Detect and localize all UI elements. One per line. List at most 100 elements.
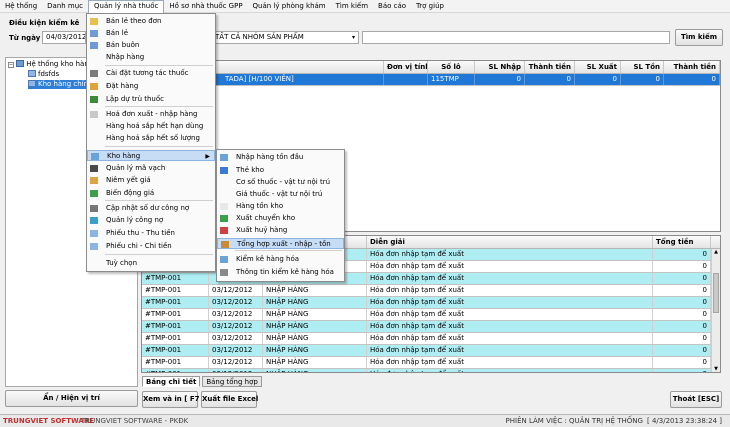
menu-quan-ly-phong-kham[interactable]: Quản lý phòng khám — [248, 0, 331, 13]
sl-xuat: 0 — [575, 74, 621, 85]
product-group-select[interactable]: TẤT CẢ NHÓM SẢN PHẨM ▾ — [211, 31, 359, 44]
table-row[interactable]: #TMP-00103/12/2012NHẬP HÀNGHóa đơn nhập … — [142, 297, 720, 309]
conditions-title: Điều kiện kiểm kê — [9, 19, 80, 27]
scroll-up-icon[interactable]: ▲ — [712, 249, 720, 255]
table-row[interactable]: #TMP-00103/12/2012NHẬP HÀNGHóa đơn nhập … — [142, 321, 720, 333]
submenu-item-stocktake[interactable]: Kiểm kê hàng hóa — [217, 254, 344, 265]
cell-code: #TMP-001 — [142, 357, 209, 368]
toggle-position-button[interactable]: Ẩn / Hiện vị trí — [5, 390, 138, 407]
menu-item-retail-by-prescription[interactable]: Bán lẻ theo đơn — [87, 16, 215, 27]
tab-detail[interactable]: Bảng chi tiết — [142, 376, 201, 387]
col-blank — [222, 61, 384, 73]
submenu-item-stocktake-info[interactable]: Thông tin kiểm kê hàng hóa — [217, 267, 344, 278]
search-input[interactable] — [362, 31, 670, 44]
menu-item-barcode-manager[interactable]: Quản lý mã vạch — [87, 163, 215, 174]
menu-separator — [105, 65, 213, 66]
submenu-item-opening-stock[interactable]: Nhập hàng tồn đầu — [217, 152, 344, 163]
submenu-item-label: Tổng hợp xuất - nhập - tồn — [237, 240, 331, 248]
menu-item-label: Cập nhật số dư công nợ — [106, 204, 190, 212]
status-brand: TRUNGVIET SOFTWARE — [3, 417, 95, 425]
menu-danh-muc[interactable]: Danh mục — [42, 0, 88, 13]
menu-quan-ly-nha-thuoc[interactable]: Quản lý nhà thuốc — [88, 0, 165, 13]
tree-item-kho-hang[interactable]: Kho hàng chín — [28, 80, 91, 89]
tree-root[interactable]: − Hệ thống kho hàn — [8, 60, 89, 69]
menu-item-low-stock-goods[interactable]: Hàng hoá sắp hết số lượng — [87, 133, 215, 144]
invoice-icon — [90, 111, 98, 118]
menu-item-label: Hàng hoá sắp hết số lượng — [106, 134, 200, 142]
menu-item-receipt-voucher[interactable]: Phiếu thu - Thu tiền — [87, 228, 215, 239]
menu-he-thong[interactable]: Hệ thống — [0, 0, 42, 13]
menu-item-label: Lập dự trù thuốc — [106, 95, 164, 103]
menu-item-payment-voucher[interactable]: Phiếu chi - Chi tiền — [87, 241, 215, 252]
submenu-item-internal-drug-price[interactable]: Giá thuốc - vật tư nội trú — [217, 189, 344, 200]
tab-summary[interactable]: Bảng tổng hợp — [202, 376, 262, 387]
menu-tim-kiem[interactable]: Tìm kiếm — [331, 0, 373, 13]
tree-item-fdsfds[interactable]: fdsfds — [28, 70, 59, 79]
menu-item-wholesale[interactable]: Bán buôn — [87, 40, 215, 51]
menu-item-import-export-invoice[interactable]: Hoá đơn xuất - nhập hàng — [87, 109, 215, 120]
table-row[interactable]: #TMP-00103/12/2012NHẬP HÀNGHóa đơn nhập … — [142, 309, 720, 321]
scroll-down-icon[interactable]: ▼ — [712, 366, 720, 372]
submenu-item-label: Cơ số thuốc - vật tư nội trú — [236, 178, 331, 186]
print-preview-button[interactable]: Xem và in [ F7 ] — [142, 391, 205, 408]
forecast-icon — [90, 96, 98, 103]
menu-bao-cao[interactable]: Báo cáo — [373, 0, 411, 13]
submenu-item-import-export-summary[interactable]: Tổng hợp xuất - nhập - tồn — [217, 238, 344, 249]
menu-item-options[interactable]: Tuỳ chọn — [87, 258, 215, 269]
menu-item-order-goods[interactable]: Đặt hàng — [87, 81, 215, 92]
dispose-icon — [220, 227, 228, 234]
collapse-icon[interactable]: − — [8, 62, 14, 68]
menu-item-drug-interaction[interactable]: Cài đặt tương tác thuốc — [87, 68, 215, 79]
cell-code: #TMP-001 — [142, 369, 209, 372]
menu-item-retail[interactable]: Bán lẻ — [87, 28, 215, 39]
submenu-item-inventory-stock[interactable]: Hàng tồn kho — [217, 201, 344, 212]
menu-item-debt-manager[interactable]: Quản lý công nợ — [87, 215, 215, 226]
menu-item-expiring-goods[interactable]: Hàng hoá sắp hết hạn dùng — [87, 121, 215, 132]
menu-item-price-fluctuation[interactable]: Biến động giá — [87, 188, 215, 199]
cell-desc: Hóa đơn nhập tạm để xuất — [367, 297, 653, 308]
lot: 115TMP — [428, 74, 475, 85]
menu-item-import-goods[interactable]: Nhập hàng — [87, 52, 215, 63]
menu-item-label: Tuỳ chọn — [106, 259, 138, 267]
cell-code: #TMP-001 — [142, 333, 209, 344]
cell-total: 0 — [653, 261, 711, 272]
search-button[interactable]: Tìm kiếm — [675, 29, 723, 46]
table-row[interactable]: #TMP-00103/12/2012NHẬP HÀNGHóa đơn nhập … — [142, 345, 720, 357]
submenu-item-internal-drug-base[interactable]: Cơ số thuốc - vật tư nội trú — [217, 177, 344, 188]
menu-item-label: Cài đặt tương tác thuốc — [106, 69, 189, 77]
submenu-item-stock-card[interactable]: Thẻ kho — [217, 165, 344, 176]
cell-total: 0 — [653, 369, 711, 372]
submenu-item-label: Nhập hàng tồn đầu — [236, 153, 304, 161]
submenu-item-label: Thẻ kho — [236, 166, 265, 174]
submenu-item-label: Hàng tồn kho — [236, 202, 284, 210]
submenu-kho-hang: Nhập hàng tồn đầu Thẻ kho Cơ số thuốc - vậ… — [216, 149, 345, 282]
table-row[interactable]: #TMP-00103/12/2012NHẬP HÀNGHóa đơn nhập … — [142, 333, 720, 345]
scroll-thumb[interactable] — [713, 273, 719, 313]
export-excel-button[interactable]: Xuất file Excel — [201, 391, 258, 408]
menu-item-drug-forecast[interactable]: Lập dự trù thuốc — [87, 94, 215, 105]
cell-total: 0 — [653, 297, 711, 308]
submenu-item-transfer-warehouse[interactable]: Xuất chuyển kho — [217, 213, 344, 224]
table-row[interactable]: TADA] [H/100 VIÊN] 115TMP 0 0 0 0 0 — [142, 74, 720, 86]
menu-item-label: Niêm yết giá — [106, 176, 151, 184]
menu-item-warehouse[interactable]: Kho hàng ▶ — [87, 150, 215, 161]
menu-tro-giup[interactable]: Trợ giúp — [411, 0, 449, 13]
menu-item-price-listing[interactable]: Niêm yết giá — [87, 175, 215, 186]
table-row[interactable]: #TMP-00103/12/2012NHẬP HÀNGHóa đơn nhập … — [142, 285, 720, 297]
menu-ho-so-gpp[interactable]: Hồ sơ nhà thuốc GPP — [164, 0, 247, 13]
vertical-scrollbar[interactable]: ▲ ▼ — [711, 249, 720, 372]
menu-bar: Hệ thống Danh mục Quản lý nhà thuốc Hồ s… — [0, 0, 730, 13]
table-row[interactable]: #TMP-00103/12/2012NHẬP HÀNGHóa đơn nhập … — [142, 357, 720, 369]
from-date-input[interactable]: 04/03/2012 — [42, 31, 86, 44]
barcode-icon — [90, 165, 98, 172]
col-sl-nhap: SL Nhập — [475, 61, 525, 73]
exit-button[interactable]: Thoát [ESC] — [670, 391, 722, 408]
col-description: Diễn giải — [367, 236, 653, 248]
menu-item-update-debt-balance[interactable]: Cập nhật số dư công nợ — [87, 203, 215, 214]
submenu-item-dispose-goods[interactable]: Xuất huỷ hàng — [217, 225, 344, 236]
submenu-item-label: Giá thuốc - vật tư nội trú — [236, 190, 323, 198]
menu-separator — [105, 254, 213, 255]
table-row[interactable]: #TMP-00103/12/2012NHẬP HÀNGHóa đơn nhập … — [142, 369, 720, 372]
cell-desc: Hóa đơn nhập tạm để xuất — [367, 321, 653, 332]
inventory-icon — [220, 203, 228, 210]
